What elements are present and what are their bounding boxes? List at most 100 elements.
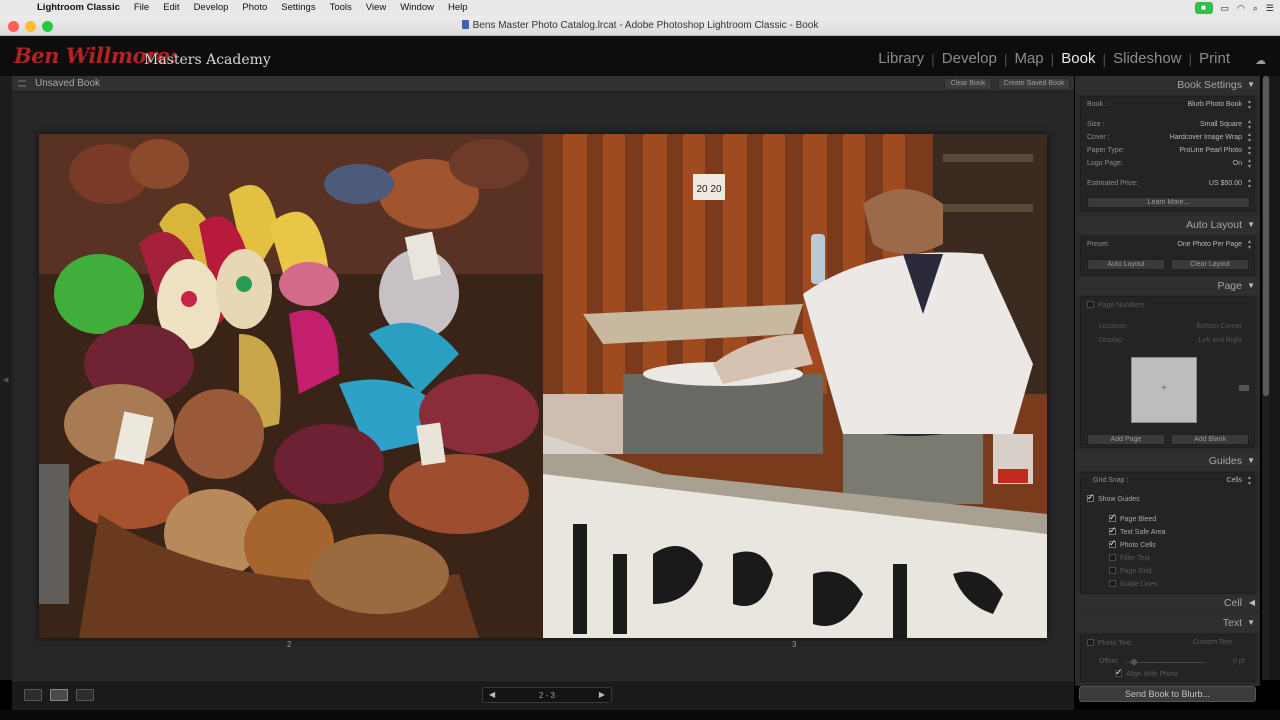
learn-more-button[interactable]: Learn More... xyxy=(1087,197,1250,208)
size-value[interactable]: Small Square xyxy=(1200,121,1242,128)
add-blank-button[interactable]: Add Blank xyxy=(1171,434,1249,445)
expand-triangle-icon[interactable]: ◀ xyxy=(1249,594,1255,612)
cloud-sync-icon[interactable]: ☁ xyxy=(1255,54,1266,67)
minimize-window-icon[interactable] xyxy=(25,21,36,32)
auto-layout-button[interactable]: Auto Layout xyxy=(1087,259,1165,270)
offset-slider-track[interactable] xyxy=(1125,662,1205,663)
menu-help[interactable]: Help xyxy=(441,0,475,16)
updown-icon[interactable]: ▴ ▾ xyxy=(1248,178,1251,190)
size-row[interactable]: Size : Small Square ▴ ▾ xyxy=(1081,119,1256,131)
single-page-view-icon[interactable] xyxy=(76,689,94,701)
guides-header[interactable]: Guides ▼ xyxy=(1075,452,1260,470)
zoom-window-icon[interactable] xyxy=(42,21,53,32)
checkbox-icon[interactable] xyxy=(1109,512,1117,523)
updown-icon[interactable]: ▴ ▾ xyxy=(1248,239,1251,251)
logo-page-value[interactable]: On xyxy=(1233,160,1242,167)
battery-icon[interactable]: ▭ xyxy=(1221,3,1230,14)
checkbox-icon[interactable] xyxy=(1115,667,1123,678)
show-guides-checkbox[interactable]: Show Guides xyxy=(1087,492,1140,503)
cell-panel-header[interactable]: Cell ◀ xyxy=(1075,594,1260,612)
preset-row[interactable]: Preset: One Photo Per Page ▴ ▾ xyxy=(1081,239,1256,251)
checkbox-icon[interactable] xyxy=(1109,538,1117,549)
module-book[interactable]: Book xyxy=(1059,50,1097,67)
page-template-preview[interactable]: + xyxy=(1131,357,1197,423)
module-library[interactable]: Library xyxy=(876,50,926,67)
menu-app-name[interactable]: Lightroom Classic xyxy=(30,0,127,16)
wifi-icon[interactable]: ◠ xyxy=(1237,3,1245,14)
filler-text-checkbox[interactable]: Filler Text xyxy=(1109,554,1150,562)
page-grid-checkbox[interactable]: Page Grid xyxy=(1109,567,1152,575)
spread-view-icon[interactable] xyxy=(50,689,68,701)
menu-window[interactable]: Window xyxy=(393,0,441,16)
align-with-photo-checkbox[interactable]: Align With Photo xyxy=(1115,667,1178,678)
cover-row[interactable]: Cover : Hardcover Image Wrap ▴ ▾ xyxy=(1081,132,1256,144)
book-settings-header[interactable]: Book Settings ▼ xyxy=(1075,76,1260,94)
collapse-triangle-icon[interactable]: ▼ xyxy=(1247,452,1255,470)
preset-value[interactable]: One Photo Per Page xyxy=(1177,241,1242,248)
checkbox-icon[interactable] xyxy=(1109,567,1116,574)
grid-snap-value[interactable]: Cells xyxy=(1226,477,1242,484)
right-page-photo[interactable]: 20 20 xyxy=(543,134,1047,638)
updown-icon[interactable]: ▴ ▾ xyxy=(1248,132,1251,144)
grid-snap-row[interactable]: Grid Snap : Cells ▴ ▾ xyxy=(1081,475,1256,487)
page-panel-header[interactable]: Page ▼ xyxy=(1075,277,1260,295)
menu-file[interactable]: File xyxy=(127,0,156,16)
left-panel-toggle-icon[interactable]: ◀ xyxy=(3,376,8,384)
updown-icon[interactable]: ▴ ▾ xyxy=(1248,145,1251,157)
checkbox-icon[interactable] xyxy=(1109,525,1117,536)
collapse-triangle-icon[interactable]: ▼ xyxy=(1247,216,1255,234)
menu-settings[interactable]: Settings xyxy=(274,0,322,16)
offset-slider-thumb[interactable] xyxy=(1131,659,1137,665)
module-develop[interactable]: Develop xyxy=(940,50,999,67)
clear-book-button[interactable]: Clear Book xyxy=(944,78,992,90)
menu-tools[interactable]: Tools xyxy=(323,0,359,16)
scrollbar-thumb[interactable] xyxy=(1263,76,1269,396)
menu-view[interactable]: View xyxy=(359,0,393,16)
guide-lines-checkbox[interactable]: Guide Lines xyxy=(1109,580,1157,588)
collapse-triangle-icon[interactable]: ▼ xyxy=(1247,614,1255,632)
page-bleed-checkbox[interactable]: Page Bleed xyxy=(1109,512,1156,523)
checkbox-icon[interactable] xyxy=(1087,492,1095,503)
send-book-to-blurb-button[interactable]: Send Book to Blurb... xyxy=(1079,686,1256,702)
template-picker-icon[interactable] xyxy=(1239,385,1249,391)
cover-value[interactable]: Hardcover Image Wrap xyxy=(1170,134,1242,141)
module-map[interactable]: Map xyxy=(1012,50,1045,67)
clear-layout-button[interactable]: Clear Layout xyxy=(1171,259,1249,270)
collapse-triangle-icon[interactable]: ▼ xyxy=(1247,76,1255,94)
updown-icon[interactable]: ▴ ▾ xyxy=(1248,99,1251,111)
collapse-triangle-icon[interactable]: ▼ xyxy=(1247,277,1255,295)
book-value[interactable]: Blurb Photo Book xyxy=(1188,101,1242,108)
module-slideshow[interactable]: Slideshow xyxy=(1111,50,1183,67)
updown-icon[interactable]: ▴ ▾ xyxy=(1248,158,1251,170)
text-panel-header[interactable]: Text ▼ xyxy=(1075,614,1260,632)
photo-text-checkbox[interactable]: Photo Text xyxy=(1087,639,1131,647)
create-saved-book-button[interactable]: Create Saved Book xyxy=(998,78,1070,90)
logo-page-row[interactable]: Logo Page: On ▴ ▾ xyxy=(1081,158,1256,170)
add-page-button[interactable]: Add Page xyxy=(1087,434,1165,445)
left-page-photo[interactable] xyxy=(39,134,543,638)
next-page-icon[interactable]: ▶ xyxy=(599,690,605,699)
book-row[interactable]: Book : Blurb Photo Book ▴ ▾ xyxy=(1081,99,1256,111)
updown-icon[interactable]: ▴ ▾ xyxy=(1248,475,1251,487)
auto-layout-header[interactable]: Auto Layout ▼ xyxy=(1075,216,1260,234)
menu-edit[interactable]: Edit xyxy=(156,0,186,16)
checkbox-icon[interactable] xyxy=(1109,554,1116,561)
photo-cells-checkbox[interactable]: Photo Cells xyxy=(1109,538,1156,549)
multi-page-view-icon[interactable] xyxy=(24,689,42,701)
checkbox-icon[interactable] xyxy=(1087,301,1094,308)
right-panel-scrollbar[interactable] xyxy=(1262,76,1270,680)
menu-photo[interactable]: Photo xyxy=(235,0,274,16)
menu-develop[interactable]: Develop xyxy=(187,0,236,16)
page-numbers-checkbox[interactable]: Page Numbers xyxy=(1087,301,1145,309)
search-icon[interactable]: ⌕ xyxy=(1253,3,1258,14)
control-center-icon[interactable]: ☰ xyxy=(1266,3,1274,14)
paper-type-value[interactable]: ProLine Pearl Photo xyxy=(1179,147,1242,154)
checkbox-icon[interactable] xyxy=(1087,639,1094,646)
updown-icon[interactable]: ▴ ▾ xyxy=(1248,119,1251,131)
close-window-icon[interactable] xyxy=(8,21,19,32)
camera-icon[interactable]: ■ xyxy=(1194,2,1213,14)
text-safe-area-checkbox[interactable]: Text Safe Area xyxy=(1109,525,1166,536)
paper-type-row[interactable]: Paper Type: ProLine Pearl Photo ▴ ▾ xyxy=(1081,145,1256,157)
module-print[interactable]: Print xyxy=(1197,50,1232,67)
checkbox-icon[interactable] xyxy=(1109,580,1116,587)
